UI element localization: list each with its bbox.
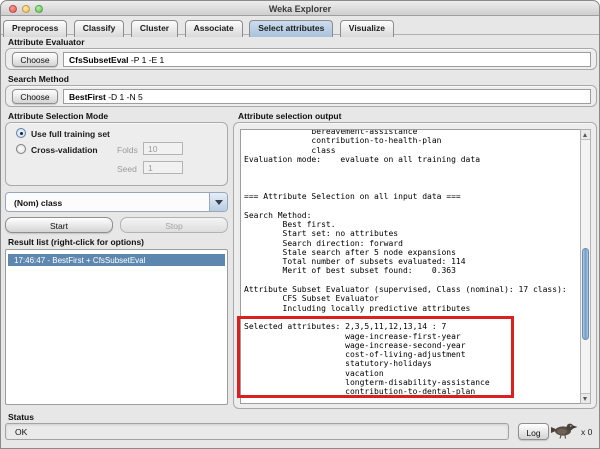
- tab-preprocess[interactable]: Preprocess: [3, 20, 67, 37]
- search-config-field[interactable]: BestFirst -D 1 -N 5: [63, 89, 591, 104]
- result-list-item[interactable]: 17:46:47 - BestFirst + CfsSubsetEval: [8, 254, 225, 266]
- cross-validation-label: Cross-validation: [31, 145, 98, 155]
- start-button[interactable]: Start: [5, 217, 113, 233]
- output-vertical-scrollbar[interactable]: [580, 129, 591, 404]
- folds-label: Folds: [117, 145, 138, 155]
- use-full-training-set-label: Use full training set: [31, 129, 110, 139]
- search-method-label: Search Method: [8, 74, 69, 84]
- evaluator-choose-button[interactable]: Choose: [12, 52, 58, 67]
- class-attribute-dropdown[interactable]: (Nom) class: [5, 192, 228, 212]
- search-choose-button[interactable]: Choose: [12, 89, 58, 104]
- search-scheme-options: -D 1 -N 5: [106, 92, 143, 102]
- tab-cluster[interactable]: Cluster: [131, 20, 178, 37]
- bird-counter: x 0: [581, 427, 592, 437]
- title-bar: Weka Explorer: [1, 1, 599, 16]
- class-attribute-value: (Nom) class: [14, 198, 62, 208]
- use-full-training-set-radio[interactable]: [16, 128, 26, 138]
- log-button[interactable]: Log: [518, 423, 549, 440]
- folds-field[interactable]: 10: [143, 142, 183, 155]
- evaluator-config-field[interactable]: CfsSubsetEval -P 1 -E 1: [63, 52, 591, 67]
- tab-bar: Preprocess Classify Cluster Associate Se…: [1, 17, 599, 35]
- tab-select-attributes[interactable]: Select attributes: [249, 20, 333, 37]
- scroll-down-icon[interactable]: [581, 393, 590, 403]
- window-title: Weka Explorer: [1, 4, 599, 14]
- tab-visualize[interactable]: Visualize: [340, 20, 394, 37]
- attribute-evaluator-label: Attribute Evaluator: [8, 37, 85, 47]
- cross-validation-radio[interactable]: [16, 144, 26, 154]
- scrollbar-thumb[interactable]: [582, 248, 589, 340]
- stop-button[interactable]: Stop: [120, 217, 228, 233]
- evaluator-scheme-name: CfsSubsetEval: [69, 55, 129, 65]
- weka-explorer-window: Weka Explorer Preprocess Classify Cluste…: [0, 0, 600, 449]
- attribute-selection-mode-label: Attribute Selection Mode: [8, 111, 108, 121]
- seed-field[interactable]: 1: [143, 161, 183, 174]
- tab-associate[interactable]: Associate: [185, 20, 243, 37]
- search-scheme-name: BestFirst: [69, 92, 106, 102]
- seed-label: Seed: [117, 164, 137, 174]
- status-label: Status: [8, 412, 34, 422]
- chevron-down-icon[interactable]: [209, 193, 227, 211]
- attribute-selection-output-label: Attribute selection output: [238, 111, 341, 121]
- scroll-up-icon[interactable]: [581, 130, 590, 140]
- annotation-red-box: [237, 316, 514, 398]
- tab-classify[interactable]: Classify: [74, 20, 125, 37]
- status-field: OK: [5, 423, 509, 440]
- evaluator-scheme-options: -P 1 -E 1: [129, 55, 165, 65]
- result-list-label: Result list (right-click for options): [8, 237, 144, 247]
- weka-bird-icon: [550, 420, 578, 440]
- result-list[interactable]: 17:46:47 - BestFirst + CfsSubsetEval: [5, 249, 228, 405]
